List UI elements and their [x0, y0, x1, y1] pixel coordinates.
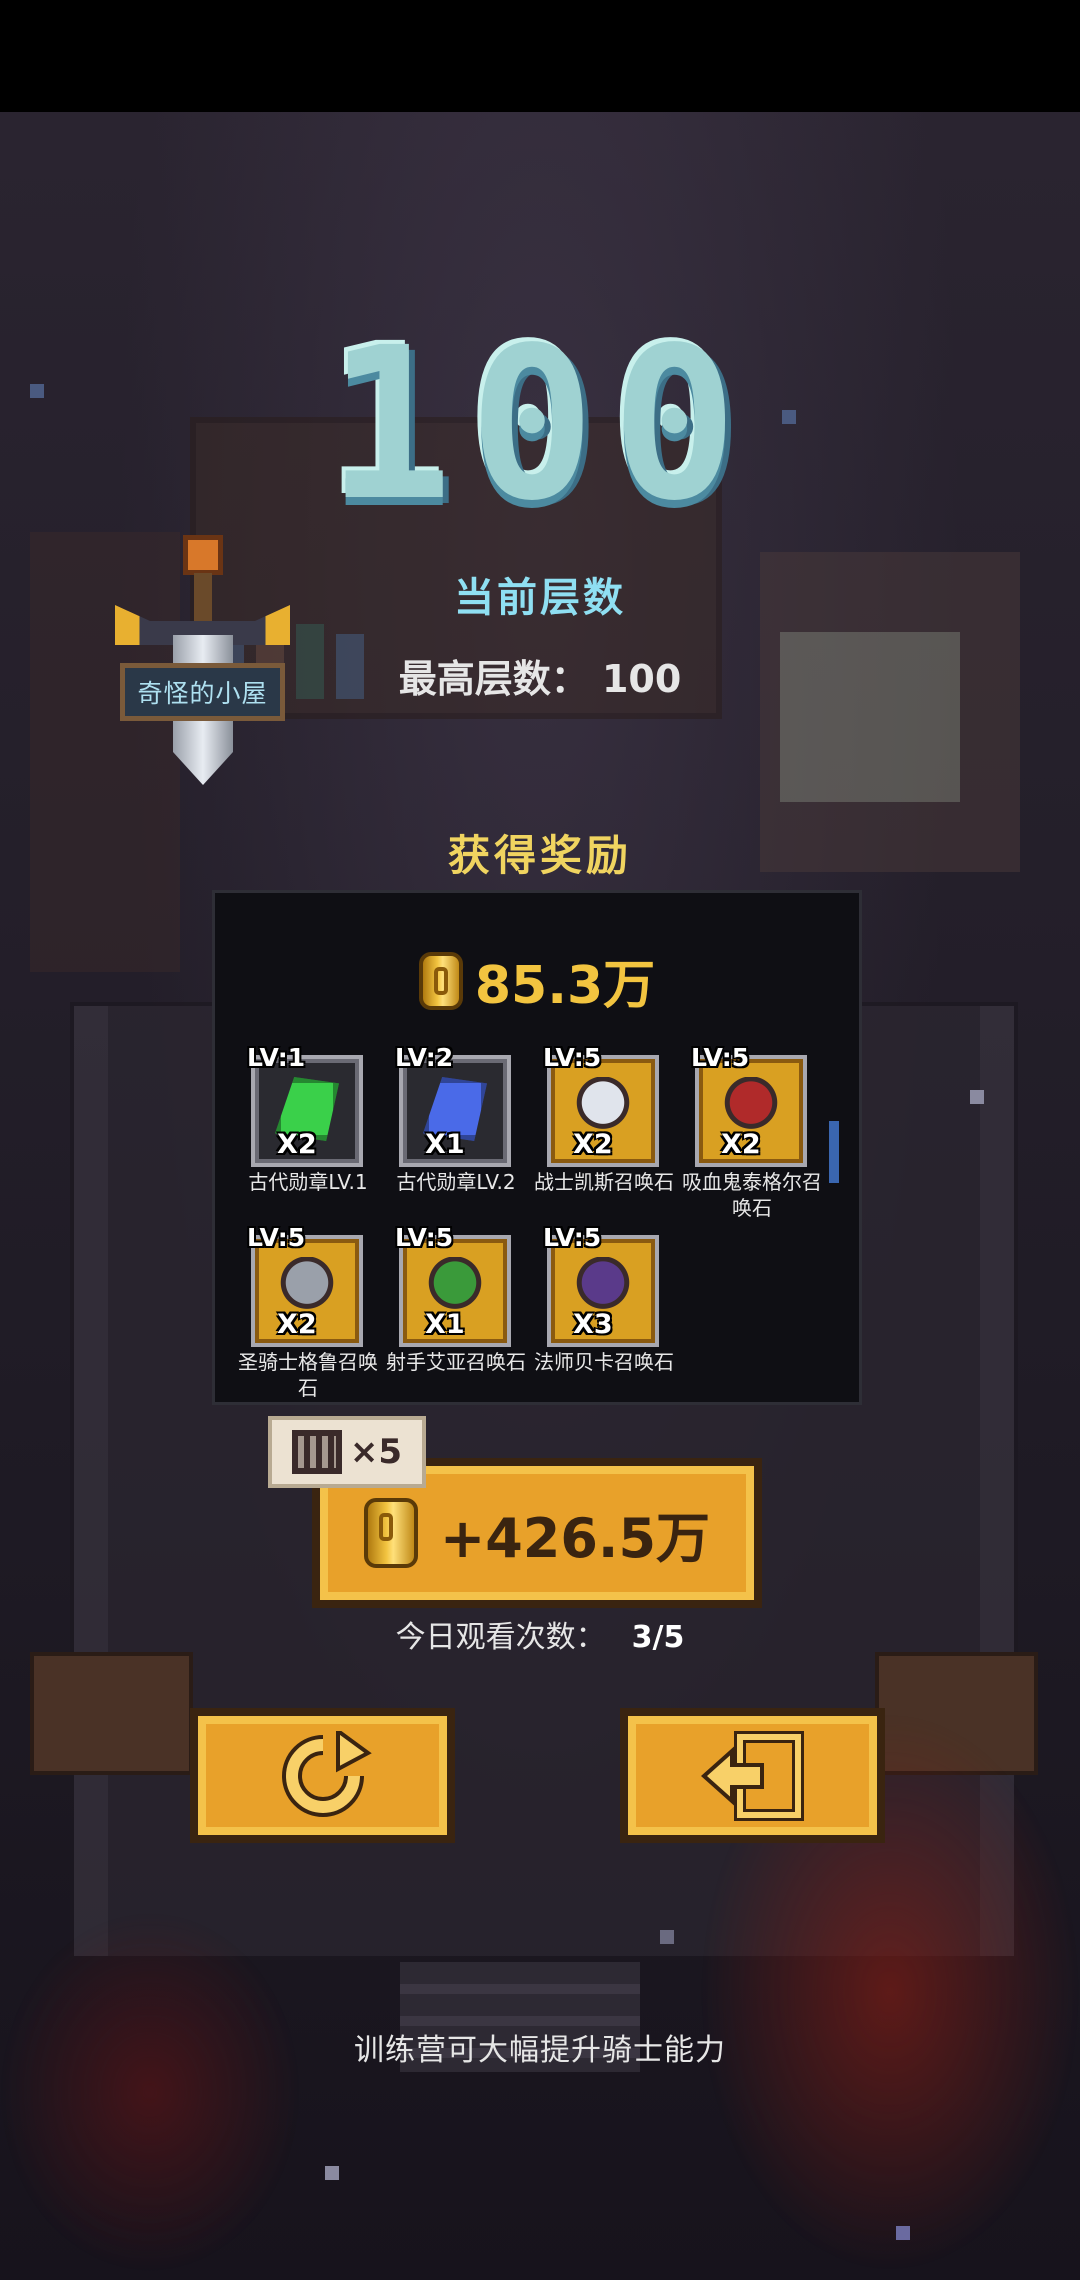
retry-button[interactable]: [190, 1708, 455, 1843]
item-name: 古代勋章LV.1: [248, 1170, 368, 1194]
gold-coin-icon: [363, 1498, 418, 1568]
watch-count-label: 今日观看次数：: [395, 1620, 606, 1655]
item-level: LV:5: [247, 1223, 306, 1252]
item-count: X1: [425, 1129, 465, 1160]
reward-item[interactable]: LV:5 X3 法师贝卡召唤石: [533, 1223, 675, 1400]
item-name: 射手艾亚召唤石: [386, 1350, 526, 1374]
item-level: LV:5: [395, 1223, 454, 1252]
item-name: 战士凯斯召唤石: [534, 1170, 674, 1194]
exit-button[interactable]: [620, 1708, 885, 1843]
item-count: X2: [277, 1309, 317, 1340]
gold-reward: 85.3万: [215, 943, 859, 1018]
video-film-icon: [291, 1430, 342, 1474]
reward-item[interactable]: LV:5 X1 射手艾亚召唤石: [385, 1223, 527, 1400]
highest-floor: 最高层数： 100: [0, 648, 1080, 703]
exit-door-icon: [700, 1730, 804, 1821]
fire-effect: [0, 1912, 300, 2272]
reward-item[interactable]: LV:5 X2 吸血鬼泰格尔召唤石: [681, 1045, 823, 1225]
current-floor-number: 100: [326, 302, 754, 547]
reward-items-grid[interactable]: LV:1 X2 古代勋章LV.1 LV:2 X1 古代勋章LV.2 LV:5 X2 战士凯斯召唤…: [237, 1045, 832, 1400]
highest-floor-value: 100: [601, 657, 682, 701]
item-name: 古代勋章LV.2: [396, 1170, 516, 1194]
watch-count-value: 3/5: [631, 1620, 685, 1655]
item-level: LV:5: [543, 1045, 602, 1072]
current-floor-label: 当前层数: [454, 575, 626, 621]
reward-item[interactable]: LV:1 X2 古代勋章LV.1: [237, 1045, 379, 1225]
item-level: LV:2: [395, 1045, 454, 1072]
item-count: X3: [573, 1309, 613, 1340]
loading-tip: 训练营可大幅提升骑士能力: [354, 2033, 726, 2068]
item-count: X2: [573, 1129, 613, 1160]
item-count: X1: [425, 1309, 465, 1340]
status-bar: [0, 0, 1080, 112]
watch-count: 今日观看次数： 3/5: [0, 1612, 1080, 1656]
highest-floor-label: 最高层数：: [398, 657, 589, 701]
rewards-title: 获得奖励: [447, 831, 632, 880]
item-level: LV:5: [543, 1223, 602, 1252]
watch-ad-amount: +426.5万: [439, 1506, 711, 1570]
background-crate: [30, 1652, 193, 1775]
item-name: 吸血鬼泰格尔召唤石: [682, 1170, 822, 1220]
rewards-panel: 85.3万 LV:1 X2 古代勋章LV.1 LV:2 X1 古代勋章LV.2 LV:5 X2…: [212, 890, 862, 1405]
item-count: X2: [721, 1129, 761, 1160]
item-level: LV:1: [247, 1045, 306, 1072]
item-name: 法师贝卡召唤石: [534, 1350, 674, 1374]
gold-coin-icon: [418, 951, 463, 1010]
reward-item[interactable]: LV:2 X1 古代勋章LV.2: [385, 1045, 527, 1225]
ad-multiplier-badge: ×5: [268, 1416, 426, 1488]
item-name: 圣骑士格鲁召唤石: [238, 1350, 378, 1400]
ad-multiplier: ×5: [349, 1432, 403, 1472]
retry-icon: [281, 1730, 372, 1817]
reward-item[interactable]: LV:5 X2 圣骑士格鲁召唤石: [237, 1223, 379, 1400]
item-count: X2: [277, 1129, 317, 1160]
reward-scrollbar[interactable]: [829, 1121, 839, 1183]
item-level: LV:5: [691, 1045, 750, 1072]
gold-amount: 85.3万: [474, 956, 656, 1016]
reward-item[interactable]: LV:5 X2 战士凯斯召唤石: [533, 1045, 675, 1225]
